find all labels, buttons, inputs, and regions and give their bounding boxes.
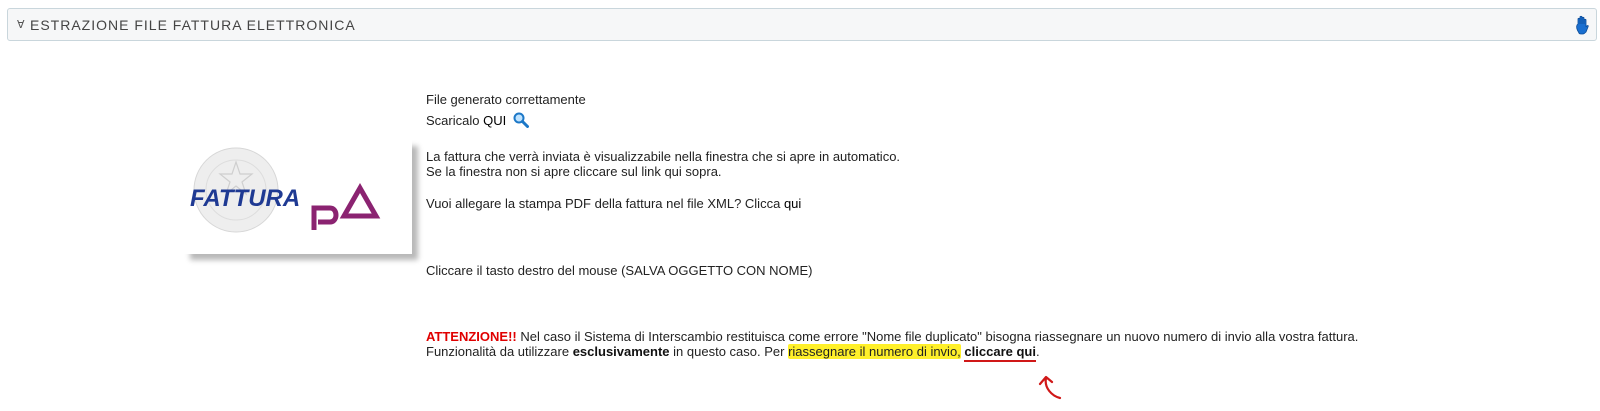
- info-line-2: Se la finestra non si apre cliccare sul …: [426, 164, 722, 179]
- chevron-icon[interactable]: Ɐ: [17, 18, 25, 32]
- highlighted-text: riassegnare il numero di invio,: [788, 344, 961, 359]
- fattura-pa-logo: FATTURA: [184, 140, 412, 254]
- download-label: Scaricalo: [426, 113, 480, 128]
- page-title: ESTRAZIONE FILE FATTURA ELETTRONICA: [30, 17, 356, 33]
- annotation-arrow: [1038, 375, 1062, 400]
- function-mid: in questo caso. Per: [673, 344, 785, 359]
- function-end: .: [1035, 344, 1040, 359]
- function-prefix: Funzionalità da utilizzare: [426, 344, 570, 359]
- function-bold: esclusivamente: [572, 344, 670, 359]
- search-icon[interactable]: [513, 112, 529, 131]
- download-link[interactable]: QUI: [483, 113, 506, 128]
- download-row: Scaricalo QUI: [426, 112, 1586, 131]
- reassign-link[interactable]: cliccare qui: [964, 344, 1036, 362]
- pdf-row: Vuoi allegare la stampa PDF della fattur…: [426, 196, 1586, 211]
- main-content: File generato correttamente Scaricalo QU…: [426, 92, 1586, 362]
- warning-label: ATTENZIONE!!: [426, 329, 517, 344]
- function-row: Funzionalità da utilizzare esclusivament…: [426, 344, 1586, 362]
- pdf-link[interactable]: qui: [784, 196, 801, 211]
- warning-text: Nel caso il Sistema di Interscambio rest…: [520, 329, 1359, 344]
- status-message: File generato correttamente: [426, 92, 586, 107]
- right-click-hint: Cliccare il tasto destro del mouse (SALV…: [426, 263, 813, 278]
- pdf-question: Vuoi allegare la stampa PDF della fattur…: [426, 196, 781, 211]
- hand-icon[interactable]: [1574, 15, 1592, 35]
- info-line-1: La fattura che verrà inviata è visualizz…: [426, 149, 901, 164]
- svg-text:FATTURA: FATTURA: [190, 185, 300, 212]
- warning-row: ATTENZIONE!! Nel caso il Sistema di Inte…: [426, 329, 1586, 344]
- section-header: Ɐ ESTRAZIONE FILE FATTURA ELETTRONICA: [7, 8, 1597, 41]
